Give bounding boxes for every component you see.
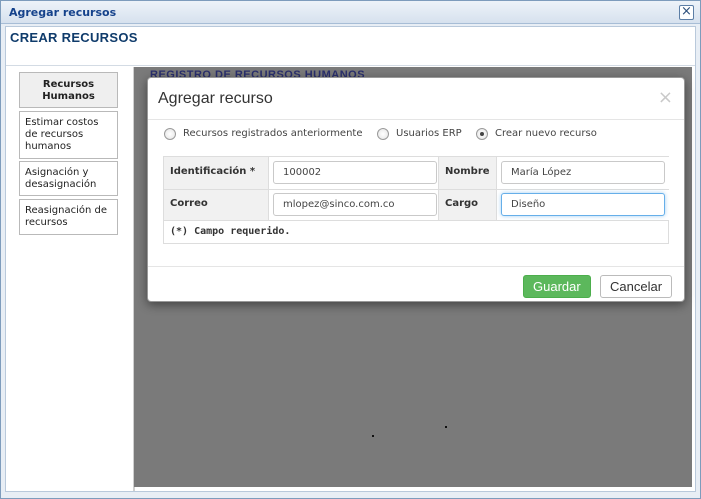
identificacion-label: Identificación * <box>164 157 269 190</box>
correo-input[interactable] <box>273 193 437 216</box>
dialog-close-icon[interactable]: × <box>658 87 673 108</box>
radio-button[interactable] <box>377 128 389 140</box>
radio-label: Usuarios ERP <box>396 128 462 139</box>
sidebar-item-label: Asignación y desasignación <box>25 167 97 190</box>
nombre-input[interactable] <box>501 161 665 184</box>
window-title: Agregar recursos <box>9 6 117 19</box>
nombre-cell <box>497 157 669 190</box>
radio-button[interactable] <box>164 128 176 140</box>
backdrop-dot <box>445 426 447 428</box>
sidebar-item-label: Reasignación de recursos <box>25 205 107 228</box>
dialog-header: Agregar recurso × <box>148 78 684 120</box>
nombre-label: Nombre <box>439 157 497 190</box>
sidebar-item-asignacion[interactable]: Asignación y desasignación <box>19 161 118 196</box>
sidebar-item-estimar-costos[interactable]: Estimar costos de recursos humanos <box>19 111 118 159</box>
backdrop-dot <box>372 435 374 437</box>
sidebar-item-label: Recursos Humanos <box>42 79 95 102</box>
dialog-title: Agregar recurso <box>158 90 273 107</box>
correo-cell <box>269 190 439 221</box>
cargo-input[interactable] <box>501 193 665 216</box>
sidebar-item-recursos-humanos[interactable]: Recursos Humanos <box>19 72 118 108</box>
window-close-icon[interactable]: × <box>679 5 694 20</box>
app-window: Agregar recursos × CREAR RECURSOS Recurs… <box>0 0 701 499</box>
resource-form: Identificación * Nombre Correo Cargo (*)… <box>163 156 669 244</box>
dialog-footer: Guardar Cancelar <box>148 266 684 302</box>
title-divider <box>6 65 695 66</box>
identificacion-input[interactable] <box>273 161 437 184</box>
save-button[interactable]: Guardar <box>523 275 591 298</box>
sidebar-item-label: Estimar costos de recursos humanos <box>25 117 99 152</box>
radio-label: Crear nuevo recurso <box>495 128 597 139</box>
cargo-cell <box>497 190 669 221</box>
required-field-note: (*) Campo requerido. <box>170 226 291 237</box>
radio-label: Recursos registrados anteriormente <box>183 128 363 139</box>
window-titlebar[interactable]: Agregar recursos × <box>1 1 700 24</box>
page-title: CREAR RECURSOS <box>10 30 138 45</box>
radio-button-checked[interactable] <box>476 128 488 140</box>
sidebar-item-reasignacion[interactable]: Reasignación de recursos <box>19 199 118 235</box>
add-resource-dialog: Agregar recurso × Recursos registrados a… <box>147 77 685 302</box>
cargo-label: Cargo <box>439 190 497 221</box>
background-section-heading: REGISTRO DE RECURSOS HUMANOS <box>150 69 366 77</box>
cancel-button[interactable]: Cancelar <box>600 275 673 298</box>
correo-label: Correo <box>164 190 269 221</box>
identificacion-cell <box>269 157 439 190</box>
